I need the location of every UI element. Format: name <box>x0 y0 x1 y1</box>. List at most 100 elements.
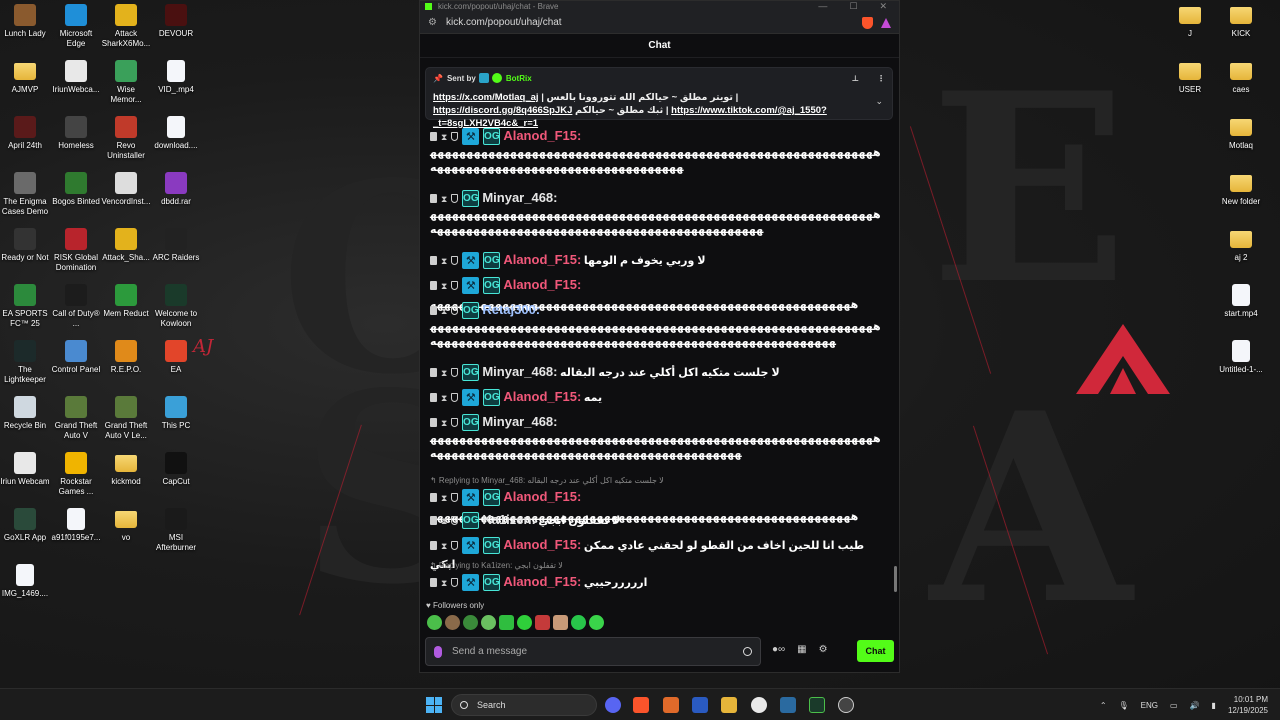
emote-icon[interactable] <box>553 615 568 630</box>
timeout-icon[interactable]: ⧗ <box>441 537 447 555</box>
maximize-button[interactable]: ☐ <box>849 1 857 12</box>
app-icon[interactable] <box>809 697 825 713</box>
emote-icon[interactable] <box>499 615 514 630</box>
emote-icon[interactable] <box>445 615 460 630</box>
og-badge-icon[interactable]: OG <box>462 302 480 320</box>
timeout-icon[interactable]: ⧗ <box>441 252 447 270</box>
desktop-icon[interactable]: Bogos Binted <box>51 172 101 207</box>
timeout-icon[interactable]: ⧗ <box>441 489 447 507</box>
ban-icon[interactable] <box>451 306 459 316</box>
desktop-icon[interactable]: DEVOUR <box>151 4 201 39</box>
desktop-icon[interactable]: April 24th <box>0 116 50 151</box>
delete-icon[interactable] <box>430 578 437 588</box>
desktop-icon[interactable]: New folder <box>1216 172 1266 207</box>
chat-message[interactable]: ⧗ ⚒ OG Alanod_F15: هههههههههههههههههههههههه… <box>430 127 885 176</box>
moderator-badge-icon[interactable]: ⚒ <box>462 128 480 146</box>
chat-input[interactable]: Send a message <box>425 637 761 666</box>
volume-icon[interactable]: 🔊 <box>1190 701 1200 710</box>
minimize-button[interactable]: — <box>818 1 827 12</box>
app-icon[interactable] <box>838 697 854 713</box>
reply-context[interactable]: ↰ Replying to Ka1izen: لا تقفلون ابجي <box>430 561 563 570</box>
ban-icon[interactable] <box>451 541 459 551</box>
ban-icon[interactable] <box>451 418 459 428</box>
desktop-icon[interactable]: Welcome to Kowloon <box>151 284 201 329</box>
ban-icon[interactable] <box>451 368 459 378</box>
chevron-up-icon[interactable]: ⌃ <box>1100 701 1107 710</box>
desktop-icon[interactable]: The Lightkeeper <box>0 340 50 385</box>
clock[interactable]: 10:01 PM 12/19/2025 <box>1228 694 1268 716</box>
language-indicator[interactable]: ENG <box>1141 701 1158 710</box>
chat-message[interactable]: ⧗ OG Minyar_468: ههههههههههههههههههههههههه… <box>430 189 885 238</box>
desktop-icon[interactable]: a91f0195e7... <box>51 508 101 543</box>
url-text[interactable]: kick.com/popout/uhaj/chat <box>446 17 562 28</box>
timeout-icon[interactable]: ⧗ <box>441 512 447 530</box>
desktop-icon[interactable]: AJMVP <box>0 60 50 95</box>
desktop-icon[interactable]: Lunch Lady <box>0 4 50 39</box>
moderator-badge-icon[interactable]: ⚒ <box>462 277 480 295</box>
desktop-icon[interactable]: RISK Global Domination <box>51 228 101 273</box>
discord-icon[interactable] <box>605 697 621 713</box>
send-chat-button[interactable]: Chat <box>857 640 894 662</box>
chat-username[interactable]: Alanod_F15: <box>503 574 581 589</box>
battery-icon[interactable]: ▮ <box>1212 701 1216 710</box>
chat-username[interactable]: Ka1izen: <box>482 512 535 527</box>
chat-message[interactable]: ⧗ OG Minyar_468: ههههههههههههههههههههههههه… <box>430 413 885 462</box>
desktop-icon[interactable]: CapCut <box>151 452 201 487</box>
points-icon[interactable]: ●∞ <box>772 644 785 655</box>
desktop-icon[interactable]: Rockstar Games ... <box>51 452 101 497</box>
delete-icon[interactable] <box>430 493 437 503</box>
brave-shields-icon[interactable] <box>862 16 873 29</box>
moderator-badge-icon[interactable]: ⚒ <box>462 389 480 407</box>
emote-icon[interactable] <box>427 615 442 630</box>
pinned-message[interactable]: 📌 Sent by BotRix ⊥ ⋮ https://x.com/Motla… <box>425 67 893 129</box>
desktop-icon[interactable]: Grand Theft Auto V Le... <box>101 396 151 441</box>
chat-username[interactable]: Minyar_468: <box>482 190 557 205</box>
desktop-icon[interactable]: caes <box>1216 60 1266 95</box>
delete-icon[interactable] <box>430 281 437 291</box>
og-badge-icon[interactable]: OG <box>483 252 501 270</box>
og-badge-icon[interactable]: OG <box>483 574 501 592</box>
reply-context[interactable]: ↰ Replying to Minyar_468: لا جلست متكيه … <box>430 476 664 485</box>
og-badge-icon[interactable]: OG <box>483 277 501 295</box>
desktop-icon[interactable]: USER <box>1165 60 1215 95</box>
pinned-link-x[interactable]: https://x.com/Motlaq_aj <box>433 92 539 103</box>
unpin-icon[interactable]: ⊥ <box>852 74 859 83</box>
timeout-icon[interactable]: ⧗ <box>441 277 447 295</box>
ban-icon[interactable] <box>451 578 459 588</box>
chat-message[interactable]: ⧗ ⚒ OG Alanod_F15: ارررررحيبي <box>430 573 885 592</box>
timeout-icon[interactable]: ⧗ <box>441 128 447 146</box>
desktop-icon[interactable]: KICK <box>1216 4 1266 39</box>
desktop-icon[interactable]: Attack SharkX6Mo... <box>101 4 151 49</box>
moderator-badge-icon[interactable]: ⚒ <box>462 574 480 592</box>
desktop-icon[interactable]: Homeless <box>51 116 101 151</box>
chat-message[interactable]: ⧗ ⚒ OG Alanod_F15: يمه <box>430 388 885 407</box>
timeout-icon[interactable]: ⧗ <box>441 190 447 208</box>
ban-icon[interactable] <box>451 194 459 204</box>
bot-name[interactable]: BotRix <box>506 74 532 83</box>
desktop-icon[interactable]: download.... <box>151 116 201 151</box>
chat-input-placeholder[interactable]: Send a message <box>452 646 527 657</box>
webcam-icon[interactable] <box>751 697 767 713</box>
desktop-icon[interactable]: Recycle Bin <box>0 396 50 431</box>
taskbar-search[interactable]: Search <box>451 694 597 716</box>
emote-icon[interactable] <box>517 615 532 630</box>
pinned-link-discord[interactable]: https://discord.gg/8q466SpJKJ <box>433 105 572 116</box>
delete-icon[interactable] <box>430 194 437 204</box>
timeout-icon[interactable]: ⧗ <box>441 574 447 592</box>
timeout-icon[interactable]: ⧗ <box>441 302 447 320</box>
desktop-icon[interactable]: Revo Uninstaller <box>101 116 151 161</box>
steam-icon[interactable] <box>780 697 796 713</box>
start-button[interactable] <box>426 697 442 713</box>
chat-username[interactable]: Retaj300: <box>482 302 540 317</box>
delete-icon[interactable] <box>430 306 437 316</box>
network-icon[interactable]: ▭ <box>1170 701 1178 710</box>
chat-username[interactable]: Alanod_F15: <box>503 489 581 504</box>
chat-message[interactable]: ⧗ ⚒ OG Alanod_F15: لا وربي يخوف م الومها <box>430 251 885 270</box>
emote-icon[interactable] <box>463 615 478 630</box>
desktop-icon[interactable]: Wise Memor... <box>101 60 151 105</box>
app-icon[interactable] <box>692 697 708 713</box>
chat-username[interactable]: Alanod_F15: <box>503 277 581 292</box>
og-badge-icon[interactable]: OG <box>483 128 501 146</box>
chat-username[interactable]: Alanod_F15: <box>503 389 581 404</box>
desktop-icon[interactable]: Call of Duty® ... <box>51 284 101 329</box>
